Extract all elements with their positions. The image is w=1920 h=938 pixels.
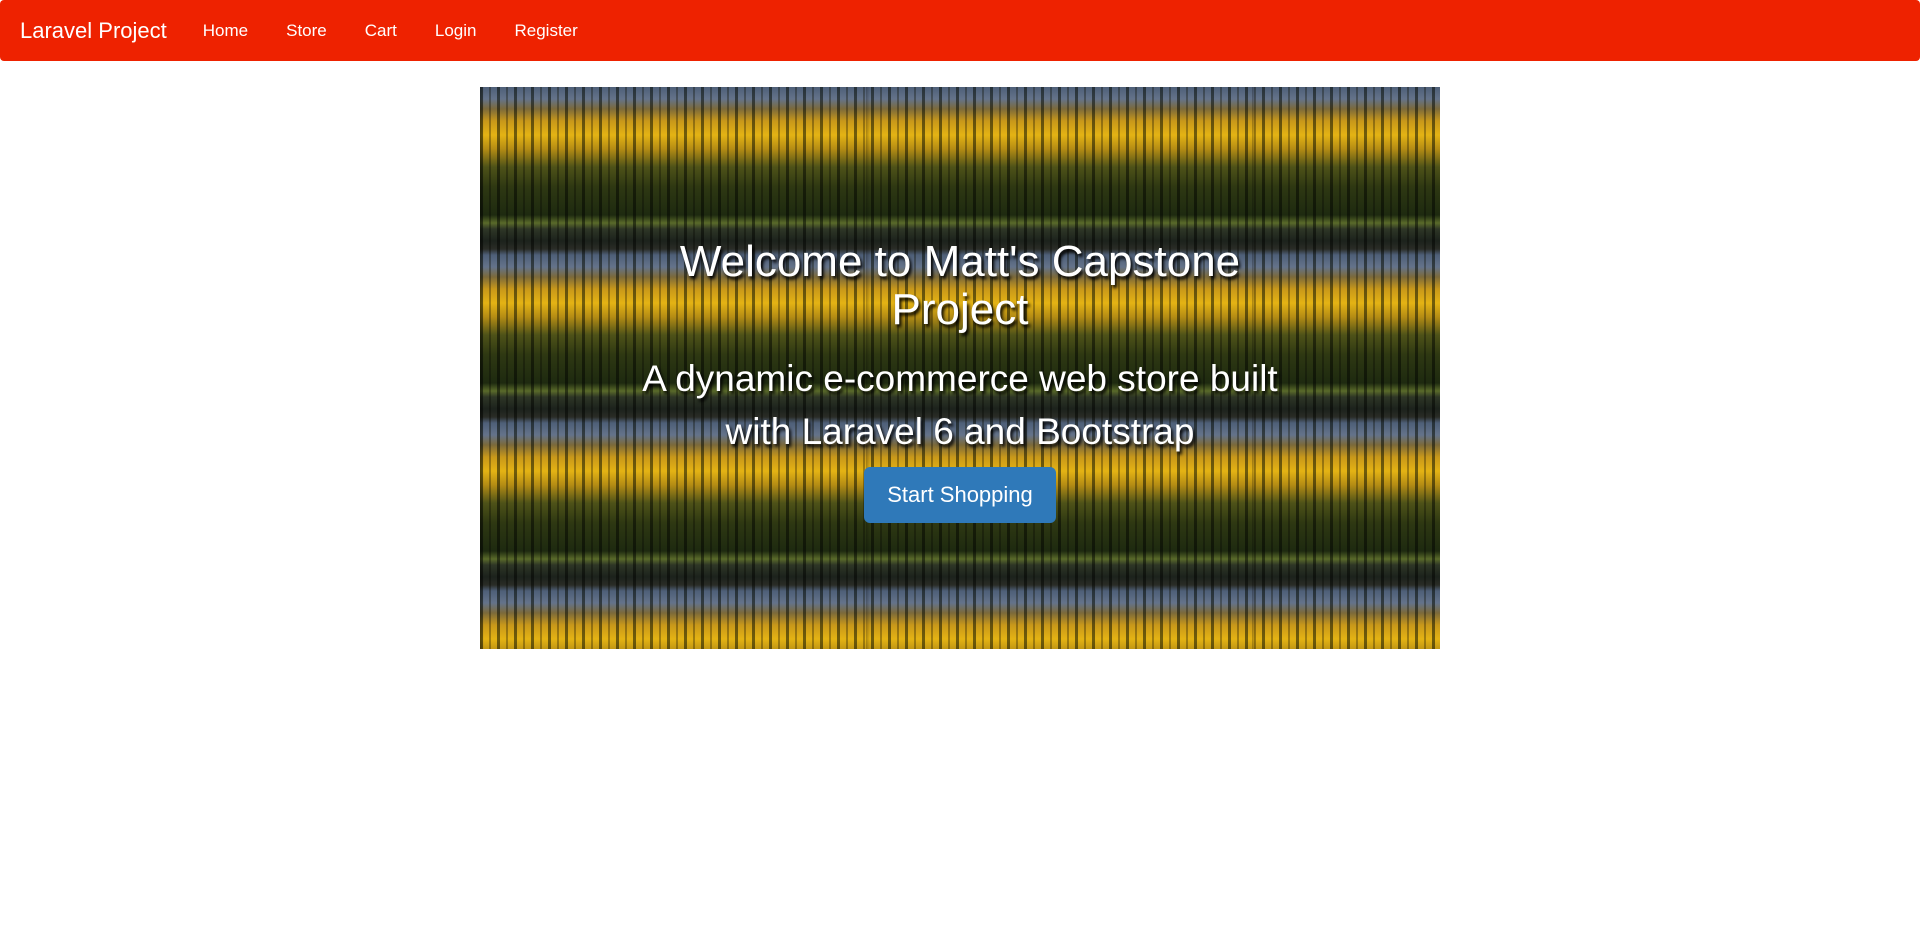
top-navbar: Laravel Project Home Store Cart Login Re…: [0, 0, 1920, 61]
nav-link-store[interactable]: Store: [267, 21, 346, 41]
hero-title: Welcome to Matt's Capstone Project: [480, 238, 1440, 334]
nav-link-register[interactable]: Register: [495, 21, 596, 41]
start-shopping-button[interactable]: Start Shopping: [864, 467, 1056, 523]
hero-title-line: Welcome to Matt's Capstone: [679, 237, 1241, 286]
brand-link[interactable]: Laravel Project: [20, 19, 167, 42]
hero-subtitle-line: with Laravel 6 and Bootstrap: [725, 411, 1195, 452]
nav-link-cart[interactable]: Cart: [346, 21, 416, 41]
hero-title-line: Project: [891, 285, 1029, 334]
hero-subtitle-line: A dynamic e-commerce web store built: [642, 358, 1278, 399]
nav-link-login[interactable]: Login: [416, 21, 496, 41]
hero-subtitle: A dynamic e-commerce web store built wit…: [480, 352, 1440, 458]
nav-link-home[interactable]: Home: [184, 21, 267, 41]
hero-banner: Welcome to Matt's Capstone Project A dyn…: [480, 87, 1440, 649]
